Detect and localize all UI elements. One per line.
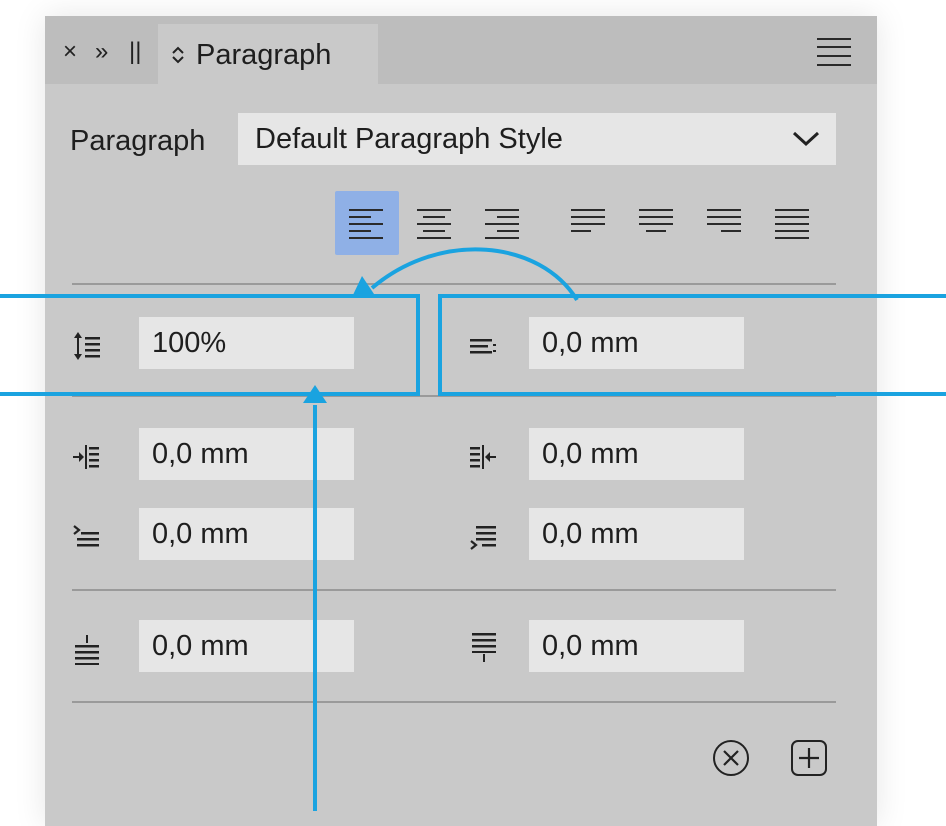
paragraph-style-dropdown[interactable]: Default Paragraph Style [238,113,836,165]
first-line-indent-value: 0,0 mm [152,518,249,550]
space-after-icon [472,633,496,662]
justify-right-button[interactable] [693,191,757,255]
justify-all-icon [775,209,809,239]
last-line-indent-field[interactable]: 0,0 mm [529,508,744,560]
hamburger-menu-icon[interactable] [817,38,851,66]
align-center-icon [417,209,451,239]
align-right-button[interactable] [471,191,535,255]
tab-paragraph[interactable]: Paragraph [158,24,378,84]
first-line-indent-icon [73,525,99,547]
left-indent-field[interactable]: 0,0 mm [139,428,354,480]
divider [72,283,836,285]
justify-center-icon [639,209,673,232]
justify-center-button[interactable] [625,191,689,255]
collapse-icon[interactable]: » [95,34,108,70]
paragraph-space-icon [470,339,496,354]
right-indent-icon [470,445,496,469]
paragraph-space-field[interactable]: 0,0 mm [529,317,744,369]
last-line-indent-value: 0,0 mm [542,518,639,550]
align-left-icon [349,209,383,239]
leading-value: 100% [152,327,227,359]
space-before-field[interactable]: 0,0 mm [139,620,354,672]
circle-x-icon[interactable] [711,738,751,778]
align-center-button[interactable] [403,191,467,255]
panel-tab-bar: × » || Paragraph [45,16,877,84]
space-after-field[interactable]: 0,0 mm [529,620,744,672]
paragraph-style-value: Default Paragraph Style [255,123,563,155]
divider [72,589,836,591]
leading-field[interactable]: 100% [139,317,354,369]
align-right-icon [485,209,519,239]
updown-chevron-icon [172,46,184,64]
justify-right-icon [707,209,741,232]
close-icon[interactable]: × [63,34,77,70]
paragraph-space-value: 0,0 mm [542,327,639,359]
first-line-indent-field[interactable]: 0,0 mm [139,508,354,560]
right-indent-field[interactable]: 0,0 mm [529,428,744,480]
paragraph-panel: × » || Paragraph Paragraph Default Parag… [45,16,877,826]
chevron-down-icon [792,131,820,147]
space-before-icon [75,635,99,665]
left-indent-value: 0,0 mm [152,438,249,470]
align-left-button[interactable] [335,191,399,255]
space-after-value: 0,0 mm [542,630,639,662]
last-line-indent-icon [470,526,496,550]
leading-icon [74,332,100,360]
square-plus-icon[interactable] [789,738,829,778]
right-indent-value: 0,0 mm [542,438,639,470]
grip-icon[interactable]: || [129,34,141,70]
paragraph-style-label: Paragraph [70,125,206,157]
tab-label: Paragraph [196,39,332,71]
justify-left-button[interactable] [557,191,621,255]
divider [72,395,836,397]
justify-left-icon [571,209,605,232]
space-before-value: 0,0 mm [152,630,249,662]
divider [72,701,836,703]
left-indent-icon [73,445,99,469]
justify-all-button[interactable] [761,191,825,255]
